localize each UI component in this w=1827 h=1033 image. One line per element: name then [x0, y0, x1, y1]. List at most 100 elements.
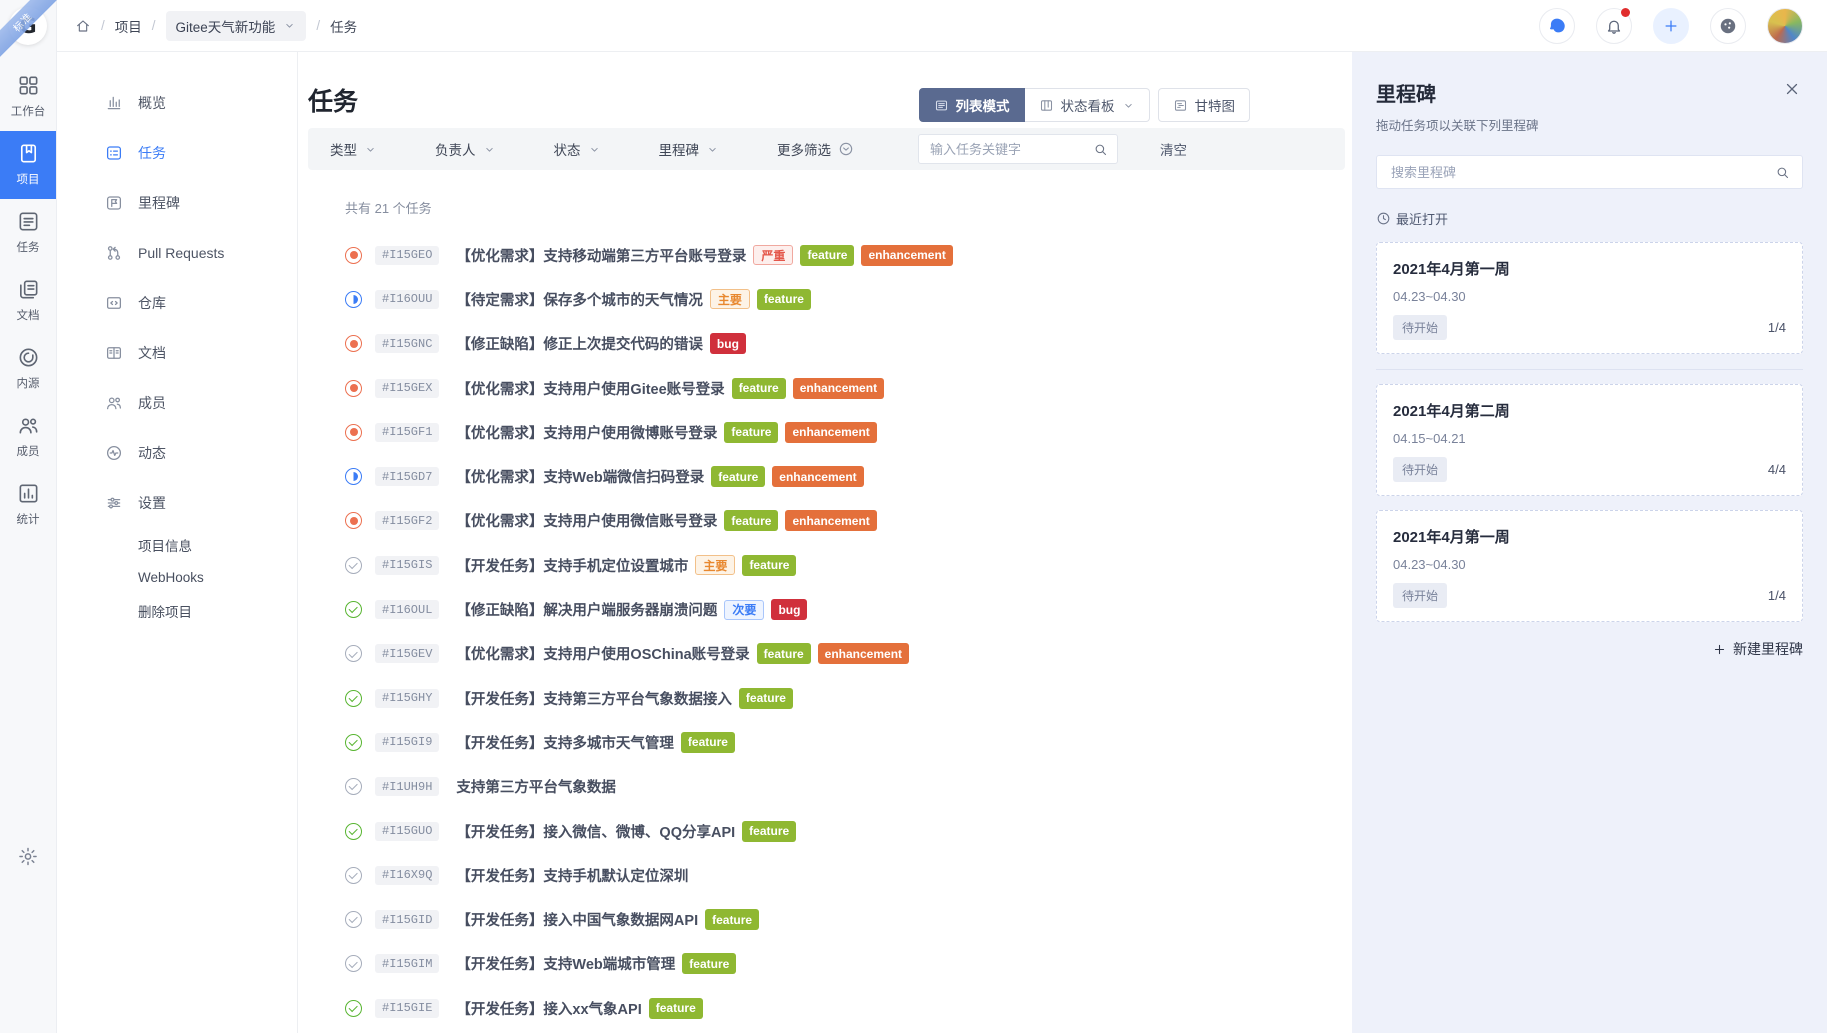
- task-title[interactable]: 【优化需求】支持用户使用Gitee账号登录: [456, 378, 724, 399]
- task-row[interactable]: #I16OUU 【待定需求】保存多个城市的天气情况 主要feature: [345, 277, 1345, 321]
- sidebar-item-settings[interactable]: 设置: [57, 478, 297, 528]
- task-row[interactable]: #I15GUO 【开发任务】接入微信、微博、QQ分享API feature: [345, 809, 1345, 853]
- milestone-card[interactable]: 2021年4月第一周 04.23~04.30 待开始 1/4: [1376, 242, 1803, 354]
- new-milestone-button[interactable]: 新建里程碑: [1376, 639, 1803, 659]
- task-id[interactable]: #I15GIE: [375, 999, 439, 1018]
- tag-feature[interactable]: feature: [711, 466, 765, 487]
- tag-enhancement[interactable]: enhancement: [772, 466, 863, 487]
- sidebar-item-tasks[interactable]: 任务: [57, 128, 297, 178]
- task-id[interactable]: #I15GEV: [375, 644, 439, 663]
- task-title[interactable]: 【优化需求】支持用户使用微信账号登录: [456, 510, 717, 531]
- task-id[interactable]: #I15GF2: [375, 511, 439, 530]
- milestone-search-input[interactable]: [1389, 164, 1775, 181]
- rail-item-docs[interactable]: 文档: [0, 267, 56, 335]
- task-title[interactable]: 【优化需求】支持用户使用微博账号登录: [456, 422, 717, 443]
- task-row[interactable]: #I15GEX 【优化需求】支持用户使用Gitee账号登录 featureenh…: [345, 366, 1345, 410]
- sidebar-item-pull-requests[interactable]: Pull Requests: [57, 228, 297, 278]
- tag-feature[interactable]: feature: [681, 732, 735, 753]
- view-mode-kanban[interactable]: 状态看板: [1025, 88, 1150, 122]
- task-title[interactable]: 【开发任务】接入xx气象API: [456, 998, 641, 1019]
- task-title[interactable]: 支持第三方平台气象数据: [456, 776, 616, 797]
- avatar[interactable]: [1767, 8, 1803, 44]
- tag-feature[interactable]: feature: [742, 555, 796, 576]
- task-title[interactable]: 【开发任务】接入微信、微博、QQ分享API: [456, 821, 735, 842]
- sidebar-item-docs[interactable]: 文档: [57, 328, 297, 378]
- tag-enhancement[interactable]: enhancement: [785, 422, 876, 443]
- tag-bug[interactable]: bug: [710, 333, 746, 354]
- tag-feature[interactable]: feature: [724, 422, 778, 443]
- task-id[interactable]: #I15GD7: [375, 467, 439, 486]
- task-id[interactable]: #I15GIM: [375, 954, 439, 973]
- filter-dropdown-2[interactable]: 状态: [554, 139, 601, 159]
- home-icon[interactable]: [75, 18, 91, 34]
- task-row[interactable]: #I15GF2 【优化需求】支持用户使用微信账号登录 featureenhanc…: [345, 499, 1345, 543]
- tag-feature[interactable]: feature: [757, 643, 811, 664]
- close-icon[interactable]: [1783, 80, 1801, 98]
- task-row[interactable]: #I15GD7 【优化需求】支持Web端微信扫码登录 feature enhanc…: [345, 454, 1345, 498]
- task-row[interactable]: #I15GEO 【优化需求】支持移动端第三方平台账号登录 严重featureen…: [345, 233, 1345, 277]
- task-title[interactable]: 【修正缺陷】修正上次提交代码的错误: [456, 333, 703, 354]
- filter-dropdown-3[interactable]: 里程碑: [659, 139, 720, 159]
- milestone-card[interactable]: 2021年4月第二周 04.15~04.21 待开始 4/4: [1376, 384, 1803, 496]
- create-button[interactable]: [1653, 8, 1689, 44]
- sidebar-item-activity[interactable]: 动态: [57, 428, 297, 478]
- tag-feature[interactable]: feature: [757, 289, 811, 310]
- tag-enhancement[interactable]: enhancement: [818, 643, 909, 664]
- task-search-input[interactable]: [928, 141, 1093, 158]
- task-id[interactable]: #I15GUO: [375, 822, 439, 841]
- rail-item-projects[interactable]: 项目: [0, 131, 56, 199]
- task-id[interactable]: #I15GHY: [375, 689, 439, 708]
- tag-feature[interactable]: feature: [800, 245, 854, 266]
- task-row[interactable]: #I15GIE 【开发任务】接入xx气象API feature: [345, 986, 1345, 1030]
- tag-enhancement[interactable]: enhancement: [785, 510, 876, 531]
- sidebar-item-overview[interactable]: 概览: [57, 78, 297, 128]
- tag-feature[interactable]: feature: [732, 378, 786, 399]
- task-row[interactable]: #I15GF1 【优化需求】支持用户使用微博账号登录 feature enhanc…: [345, 410, 1345, 454]
- task-id[interactable]: #I16X9Q: [375, 866, 439, 885]
- task-row[interactable]: #I15GHY 【开发任务】支持第三方平台气象数据接入 feature: [345, 676, 1345, 720]
- task-id[interactable]: #I15GNC: [375, 334, 439, 353]
- task-title[interactable]: 【优化需求】支持用户使用OSChina账号登录: [456, 643, 749, 664]
- view-mode-list[interactable]: 列表模式: [919, 88, 1025, 122]
- filter-dropdown-0[interactable]: 类型: [330, 139, 377, 159]
- task-id[interactable]: #I16OUU: [375, 290, 439, 309]
- tag-feature[interactable]: feature: [682, 953, 736, 974]
- more-filters-button[interactable]: 更多筛选: [777, 139, 854, 159]
- task-title[interactable]: 【开发任务】支持第三方平台气象数据接入: [456, 688, 732, 709]
- task-id[interactable]: #I15GI9: [375, 733, 439, 752]
- sidebar-subitem-delete-project[interactable]: 删除项目: [57, 594, 297, 627]
- task-title[interactable]: 【开发任务】接入中国气象数据网API: [456, 909, 698, 930]
- tag-feature[interactable]: feature: [742, 821, 796, 842]
- task-title[interactable]: 【开发任务】支持Web端城市管理: [456, 953, 675, 974]
- task-row[interactable]: #I1UH9H 支持第三方平台气象数据: [345, 765, 1345, 809]
- task-title[interactable]: 【修正缺陷】解决用户端服务器崩溃问题: [456, 599, 717, 620]
- settings-gear-icon[interactable]: [18, 846, 39, 867]
- clear-filters-button[interactable]: 清空: [1160, 139, 1187, 159]
- rail-item-insource[interactable]: 内源: [0, 335, 56, 403]
- tag-次要[interactable]: 次要: [724, 600, 764, 620]
- task-id[interactable]: #I15GIS: [375, 556, 439, 575]
- tag-enhancement[interactable]: enhancement: [793, 378, 884, 399]
- rail-item-members[interactable]: 成员: [0, 403, 56, 471]
- task-row[interactable]: #I16OUL 【修正缺陷】解决用户端服务器崩溃问题 次要bug: [345, 587, 1345, 631]
- task-row[interactable]: #I15GI9 【开发任务】支持多城市天气管理 feature: [345, 720, 1345, 764]
- tag-主要[interactable]: 主要: [710, 289, 750, 309]
- task-id[interactable]: #I1UH9H: [375, 777, 439, 796]
- sidebar-item-repository[interactable]: 仓库: [57, 278, 297, 328]
- rail-item-tasks[interactable]: 任务: [0, 199, 56, 267]
- task-title[interactable]: 【优化需求】支持Web端微信扫码登录: [456, 466, 704, 487]
- task-id[interactable]: #I15GF1: [375, 423, 439, 442]
- sidebar-item-milestones[interactable]: 里程碑: [57, 178, 297, 228]
- task-title[interactable]: 【开发任务】支持手机默认定位深圳: [456, 865, 688, 886]
- breadcrumb-projects-link[interactable]: 项目: [115, 16, 142, 36]
- tag-feature[interactable]: feature: [739, 688, 793, 709]
- task-row[interactable]: #I16X9Q 【开发任务】支持手机默认定位深圳: [345, 853, 1345, 897]
- rail-item-stats[interactable]: 统计: [0, 471, 56, 539]
- tag-严重[interactable]: 严重: [753, 245, 793, 265]
- rail-item-workbench[interactable]: 工作台: [0, 63, 56, 131]
- task-title[interactable]: 【开发任务】支持多城市天气管理: [456, 732, 674, 753]
- task-row[interactable]: #I15GEV 【优化需求】支持用户使用OSChina账号登录 feature e…: [345, 632, 1345, 676]
- sidebar-item-members[interactable]: 成员: [57, 378, 297, 428]
- task-id[interactable]: #I15GID: [375, 910, 439, 929]
- view-mode-gantt[interactable]: 甘特图: [1158, 88, 1251, 122]
